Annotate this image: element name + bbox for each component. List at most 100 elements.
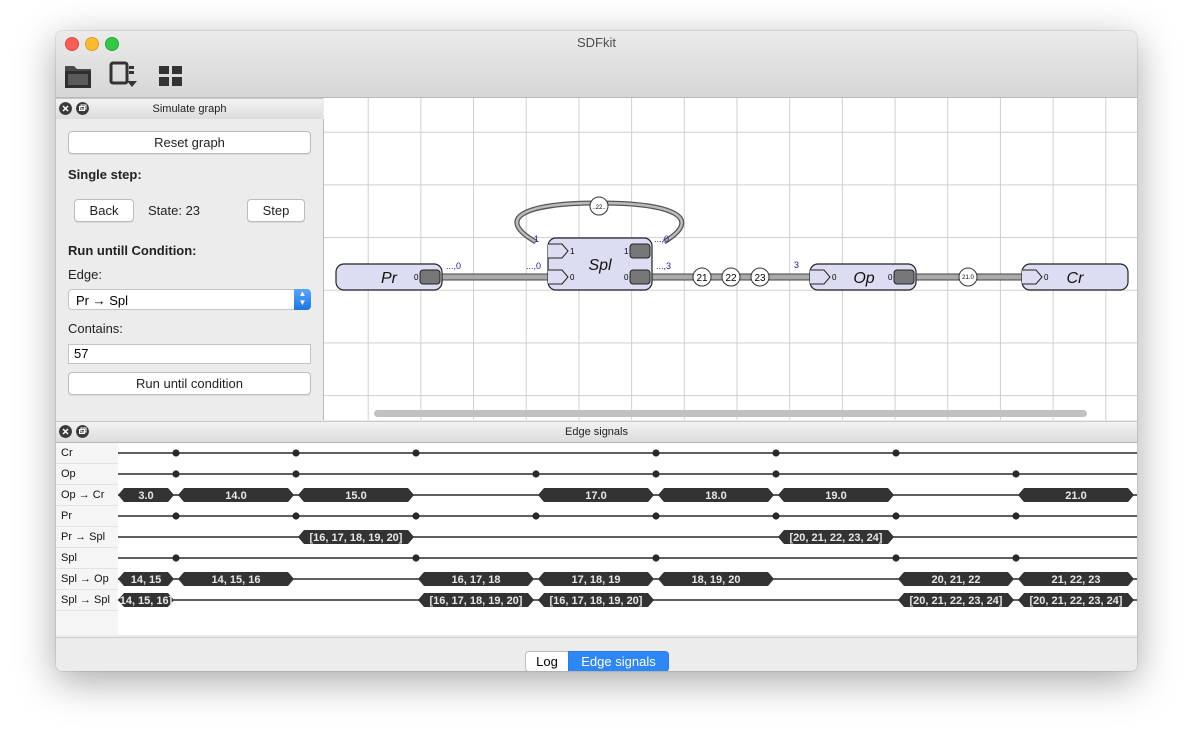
simulate-panel: Reset graph Single step: Back State: 23 … bbox=[56, 119, 324, 420]
panel-close-icon[interactable] bbox=[59, 102, 72, 115]
signal-event-dot bbox=[412, 512, 420, 520]
run-until-condition-heading: Run untill Condition: bbox=[68, 243, 197, 258]
port-label: 0 bbox=[832, 273, 837, 282]
signal-row-label: Cr bbox=[56, 443, 118, 464]
signal-token-label: 16, 17, 18 bbox=[452, 574, 501, 586]
port-op-out bbox=[893, 269, 915, 285]
edge-select-value: Pr → Spl bbox=[76, 293, 129, 308]
export-icon[interactable] bbox=[108, 59, 140, 91]
signal-token-label: 18, 19, 20 bbox=[692, 574, 741, 586]
edge-token-label: 21 bbox=[696, 273, 708, 284]
signal-event-dot bbox=[412, 449, 420, 457]
signal-row-label: Pr → Spl bbox=[56, 527, 118, 548]
step-button[interactable]: Step bbox=[247, 199, 305, 222]
signal-event-dot bbox=[292, 449, 300, 457]
signal-event-dot bbox=[172, 554, 180, 562]
port-label: 1 bbox=[624, 247, 629, 256]
signal-token-label: 15.0 bbox=[345, 490, 366, 502]
reset-graph-button[interactable]: Reset graph bbox=[68, 131, 311, 154]
signal-token-label: 21.0 bbox=[1065, 490, 1086, 502]
port-pr-out bbox=[419, 269, 441, 285]
tab-edge-signals[interactable]: Edge signals bbox=[568, 651, 669, 671]
edge-token-label: 23 bbox=[754, 273, 766, 284]
signal-event-dot bbox=[292, 512, 300, 520]
signal-event-dot bbox=[1012, 512, 1020, 520]
signal-token-label: 3.0 bbox=[138, 490, 153, 502]
contains-label: Contains: bbox=[68, 321, 123, 336]
node-cr-label: Cr bbox=[1067, 270, 1085, 287]
port-label: 1 bbox=[570, 247, 575, 256]
window-title: SDFkit bbox=[577, 35, 616, 50]
signal-token-label: [20, 21, 22, 23, 24] bbox=[1030, 595, 1123, 607]
signal-event-dot bbox=[652, 554, 660, 562]
signal-event-dot bbox=[652, 470, 660, 478]
signal-token-label: 17, 18, 19 bbox=[572, 574, 621, 586]
port-label: 0 bbox=[570, 273, 575, 282]
signal-event-dot bbox=[172, 449, 180, 457]
simulate-panel-header: Simulate graph bbox=[56, 98, 323, 120]
self-loop-token-label: ..22.. bbox=[592, 205, 606, 211]
signal-event-dot bbox=[292, 470, 300, 478]
node-op-label: Op bbox=[853, 270, 874, 287]
signal-token-label: [16, 17, 18, 19, 20] bbox=[430, 595, 523, 607]
signal-token-label: 19.0 bbox=[825, 490, 846, 502]
single-step-label: Single step: bbox=[68, 167, 142, 182]
signal-event-dot bbox=[1012, 554, 1020, 562]
signal-row-label: Op bbox=[56, 464, 118, 485]
signal-row-label: Spl → Op bbox=[56, 569, 118, 590]
edge-label: Edge: bbox=[68, 267, 102, 282]
signal-token-label: 21, 22, 23 bbox=[1052, 574, 1101, 586]
signal-timeline: 3.0 14.0 15.0 17.0 18.0 19.0 21.0 [16, 17, 18, … bbox=[118, 449, 1137, 607]
node-spl-label: Spl bbox=[588, 257, 612, 274]
chevron-updown-icon: ▲ ▼ bbox=[294, 289, 311, 310]
signal-event-dot bbox=[412, 554, 420, 562]
run-until-condition-button[interactable]: Run until condition bbox=[68, 372, 311, 395]
panel-close-icon[interactable] bbox=[59, 425, 72, 438]
edge-label: ...,0 bbox=[446, 261, 461, 271]
edge-pr-spl bbox=[437, 273, 549, 281]
signals-panel-header: Edge signals bbox=[56, 421, 1137, 443]
panel-float-icon[interactable] bbox=[76, 425, 89, 438]
edge-token-label: 21.0 bbox=[962, 275, 974, 281]
back-button[interactable]: Back bbox=[74, 199, 134, 222]
graph-svg: ..22.. Pr Spl Op Cr 0 0 1 0 1 0 0 0 ...,… bbox=[335, 196, 1129, 291]
port-spl-out0 bbox=[629, 269, 651, 285]
signal-event-dot bbox=[532, 512, 540, 520]
open-folder-icon[interactable] bbox=[62, 59, 94, 91]
signal-token-label: 14.0 bbox=[225, 490, 246, 502]
signal-event-dot bbox=[892, 554, 900, 562]
signal-event-dot bbox=[892, 449, 900, 457]
signal-row-label: Pr bbox=[56, 506, 118, 527]
port-spl-out1 bbox=[629, 243, 651, 259]
signal-token-label: 20, 21, 22 bbox=[932, 574, 981, 586]
edge-select[interactable]: Pr → Spl ▲ ▼ bbox=[68, 289, 311, 310]
signal-event-dot bbox=[172, 470, 180, 478]
tab-log[interactable]: Log bbox=[525, 651, 569, 671]
graph-canvas[interactable]: ..22.. Pr Spl Op Cr 0 0 1 0 1 0 0 0 ...,… bbox=[324, 98, 1137, 420]
signal-event-dot bbox=[772, 512, 780, 520]
signal-token-label: [16, 17, 18, 19, 20] bbox=[550, 595, 643, 607]
signal-token-label: [20, 21, 22, 23, 24] bbox=[790, 532, 883, 544]
edge-label: ...,0 bbox=[654, 234, 669, 244]
edge-token-label: 22 bbox=[725, 273, 737, 284]
signal-token-label: 14, 15 bbox=[131, 574, 162, 586]
signal-token-label: 14, 15, 16] bbox=[120, 595, 173, 607]
panel-float-icon[interactable] bbox=[76, 102, 89, 115]
signal-event-dot bbox=[532, 470, 540, 478]
signals-area: Cr Op Op → Cr Pr Pr → Spl Spl Spl → Op Spl → Sp… bbox=[56, 443, 1137, 644]
edge-label: ...,3 bbox=[656, 261, 671, 271]
graph-horizontal-scrollbar[interactable] bbox=[374, 410, 1087, 417]
layout-grid-icon[interactable] bbox=[155, 59, 187, 91]
signals-panel-title: Edge signals bbox=[565, 426, 628, 438]
signal-row-label: Op → Cr bbox=[56, 485, 118, 506]
signal-token-label: [20, 21, 22, 23, 24] bbox=[910, 595, 1003, 607]
port-label: 0 bbox=[1044, 273, 1049, 282]
contains-input[interactable] bbox=[68, 344, 311, 364]
signal-event-dot bbox=[772, 470, 780, 478]
signal-token-label: [16, 17, 18, 19, 20] bbox=[310, 532, 403, 544]
signal-event-dot bbox=[772, 449, 780, 457]
signal-event-dot bbox=[892, 512, 900, 520]
signal-event-dot bbox=[1012, 470, 1020, 478]
simulate-panel-title: Simulate graph bbox=[152, 103, 227, 115]
state-indicator: State: 23 bbox=[148, 203, 201, 218]
